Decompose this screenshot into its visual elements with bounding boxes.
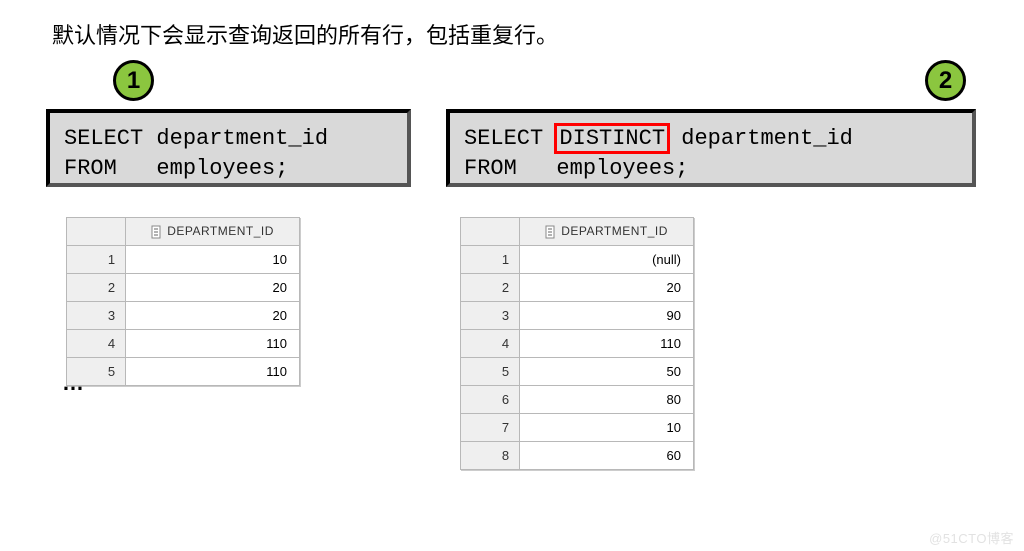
cell-value: 90 — [520, 302, 694, 330]
cell-value: 50 — [520, 358, 694, 386]
table-row: 110 — [67, 246, 300, 274]
column-header: DEPARTMENT_ID — [520, 218, 694, 246]
watermark: @51CTO博客 — [929, 528, 1014, 547]
table-row: 320 — [67, 302, 300, 330]
description-text: 默认情况下会显示查询返回的所有行，包括重复行。 — [52, 18, 558, 50]
row-num: 6 — [461, 386, 520, 414]
table-row: 860 — [461, 442, 694, 470]
table-row: 4110 — [67, 330, 300, 358]
table-row: 5110 — [67, 358, 300, 386]
cell-value: 10 — [520, 414, 694, 442]
table-row: 550 — [461, 358, 694, 386]
cell-value: 60 — [520, 442, 694, 470]
table-header-row: DEPARTMENT_ID — [67, 218, 300, 246]
sql2-suffix: department_id — [668, 126, 853, 151]
row-num: 4 — [461, 330, 520, 358]
table-row: 4110 — [461, 330, 694, 358]
sql2-prefix: SELECT — [464, 126, 556, 151]
row-num: 1 — [67, 246, 126, 274]
row-num: 1 — [461, 246, 520, 274]
sql-box-2: SELECT DISTINCT department_idFROM employ… — [446, 109, 976, 187]
result-table-2: DEPARTMENT_ID 1(null) 220 390 4110 550 6… — [460, 217, 694, 470]
step-badge-1: 1 — [113, 60, 154, 101]
sql-box-1: SELECT department_idFROM employees; — [46, 109, 411, 187]
row-num: 2 — [461, 274, 520, 302]
cell-value: 20 — [126, 274, 300, 302]
row-num: 2 — [67, 274, 126, 302]
row-num: 7 — [461, 414, 520, 442]
cell-value: 10 — [126, 246, 300, 274]
row-num: 4 — [67, 330, 126, 358]
table-row: 680 — [461, 386, 694, 414]
column-header-label: DEPARTMENT_ID — [167, 224, 274, 238]
sort-icon — [151, 225, 163, 239]
sql1-line1: SELECT department_id — [64, 124, 393, 154]
sort-icon — [545, 225, 557, 239]
cell-value: 20 — [520, 274, 694, 302]
distinct-highlight: DISTINCT — [554, 123, 670, 154]
table-row: 220 — [67, 274, 300, 302]
row-num: 3 — [67, 302, 126, 330]
row-header-blank — [461, 218, 520, 246]
sql2-line1: SELECT DISTINCT department_id — [464, 124, 958, 154]
row-num: 5 — [461, 358, 520, 386]
cell-value: 110 — [520, 330, 694, 358]
cell-value: (null) — [520, 246, 694, 274]
table-row: 220 — [461, 274, 694, 302]
sql1-line2: FROM employees; — [64, 154, 393, 184]
table-header-row: DEPARTMENT_ID — [461, 218, 694, 246]
result-table-1: DEPARTMENT_ID 110 220 320 4110 5110 — [66, 217, 300, 386]
cell-value: 110 — [126, 358, 300, 386]
table-row: 390 — [461, 302, 694, 330]
column-header: DEPARTMENT_ID — [126, 218, 300, 246]
table-row: 710 — [461, 414, 694, 442]
step-badge-2: 2 — [925, 60, 966, 101]
table-row: 1(null) — [461, 246, 694, 274]
cell-value: 80 — [520, 386, 694, 414]
sql2-line2: FROM employees; — [464, 154, 958, 184]
cell-value: 110 — [126, 330, 300, 358]
column-header-label: DEPARTMENT_ID — [561, 224, 668, 238]
row-header-blank — [67, 218, 126, 246]
row-num: 3 — [461, 302, 520, 330]
cell-value: 20 — [126, 302, 300, 330]
ellipsis: … — [62, 370, 86, 396]
row-num: 8 — [461, 442, 520, 470]
